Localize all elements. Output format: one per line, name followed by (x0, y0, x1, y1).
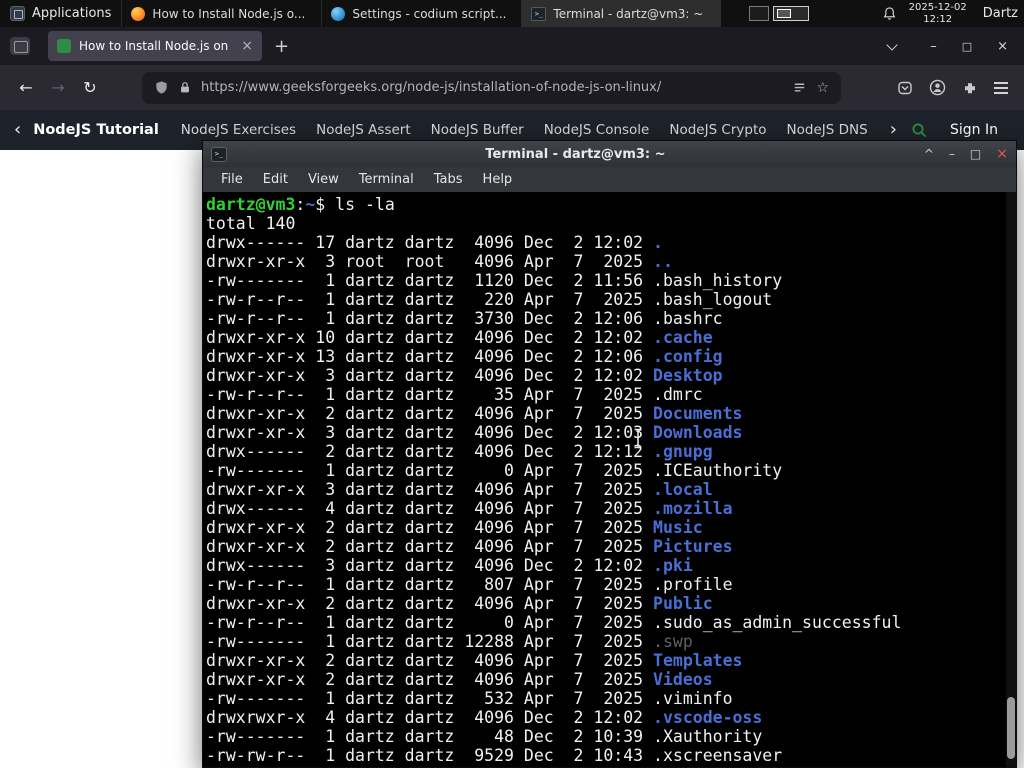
toolbar-actions (897, 79, 1008, 96)
scrollbar-thumb[interactable] (1007, 697, 1015, 759)
forward-button[interactable]: → (42, 78, 74, 97)
clock-date: 2025-12-02 (908, 2, 967, 13)
menu-file[interactable]: File (211, 172, 253, 187)
tab-bar: How to Install Node.js on × + – □ × (0, 27, 1024, 65)
menu-tabs[interactable]: Tabs (424, 172, 473, 187)
browser-tab[interactable]: How to Install Node.js on × (48, 31, 262, 61)
settings-app-icon (331, 6, 346, 21)
terminal-menubar: File Edit View Terminal Tabs Help (203, 167, 1016, 192)
firefox-view-button[interactable] (10, 37, 30, 55)
terminal-window: >_ Terminal - dartz@vm3: ~ ^ – □ × File … (202, 140, 1017, 768)
scroll-left-button[interactable]: ‹ (14, 121, 21, 139)
window-minimize-button[interactable]: – (930, 40, 937, 53)
firefox-icon (131, 6, 146, 21)
back-button[interactable]: ← (10, 78, 42, 97)
terminal-titlebar[interactable]: >_ Terminal - dartz@vm3: ~ ^ – □ × (203, 141, 1016, 167)
terminal-scrollbar[interactable] (1006, 192, 1016, 767)
url-bar[interactable]: https://www.geeksforgeeks.org/node-js/in… (142, 71, 841, 104)
terminal-minimize-button[interactable]: – (949, 148, 955, 160)
window-button-terminal[interactable]: >_ Terminal - dartz@vm3: ~ (521, 0, 722, 27)
clock[interactable]: 2025-12-02 12:12 (909, 2, 967, 25)
workspace-switcher[interactable] (749, 0, 810, 27)
shade-button[interactable]: ^ (924, 148, 934, 160)
terminal-title: Terminal - dartz@vm3: ~ (485, 146, 666, 162)
terminal-body[interactable]: dartz@vm3:~$ ls -la total 140 drwx------… (203, 192, 1016, 767)
sign-in-button[interactable]: Sign In (950, 122, 998, 138)
gfg-link[interactable]: NodeJS Buffer (431, 122, 524, 138)
top-panel: Applications How to Install Node.js o...… (0, 0, 1024, 27)
window-button-label: Settings - codium script... (352, 6, 507, 21)
terminal-close-button[interactable]: × (996, 147, 1008, 161)
tracking-shield-icon[interactable] (154, 80, 169, 95)
reload-button[interactable]: ↻ (74, 78, 106, 97)
window-button-settings[interactable]: Settings - codium script... (321, 0, 521, 27)
window-button-firefox[interactable]: How to Install Node.js o... (121, 0, 321, 27)
workspace-1[interactable] (749, 6, 770, 21)
new-tab-button[interactable]: + (274, 36, 289, 57)
tab-close-icon[interactable]: × (241, 38, 253, 54)
gfg-link[interactable]: NodeJS DNS (787, 122, 868, 138)
lock-icon[interactable] (178, 80, 192, 95)
terminal-window-controls: ^ – □ × (924, 147, 1008, 161)
applications-icon (10, 6, 25, 21)
clock-time: 12:12 (923, 13, 953, 25)
applications-menu[interactable]: Applications (0, 0, 121, 27)
list-all-tabs-icon[interactable] (886, 38, 898, 51)
menu-view[interactable]: View (298, 172, 349, 187)
gfg-link[interactable]: NodeJS Assert (316, 122, 411, 138)
nav-toolbar: ← → ↻ https://www.geeksforgeeks.org/node… (0, 65, 1024, 110)
terminal-window-icon: >_ (211, 146, 227, 162)
gfg-link[interactable]: NodeJS Crypto (669, 122, 766, 138)
gfg-links: NodeJS Exercises NodeJS Assert NodeJS Bu… (181, 122, 882, 138)
terminal-icon: >_ (531, 6, 547, 21)
notification-bell-icon[interactable] (882, 6, 897, 22)
account-icon[interactable] (929, 79, 946, 96)
menu-terminal[interactable]: Terminal (349, 172, 424, 187)
url-text[interactable]: https://www.geeksforgeeks.org/node-js/in… (201, 80, 783, 95)
desktop: Applications How to Install Node.js o...… (0, 0, 1024, 768)
workspace-window-thumb (777, 9, 792, 18)
menu-edit[interactable]: Edit (253, 172, 298, 187)
window-button-label: Terminal - dartz@vm3: ~ (553, 6, 704, 21)
window-maximize-button[interactable]: □ (962, 40, 972, 53)
gfg-link[interactable]: NodeJS Exercises (181, 122, 296, 138)
menu-help[interactable]: Help (473, 172, 523, 187)
window-button-label: How to Install Node.js o... (152, 6, 306, 21)
search-icon (912, 122, 927, 137)
bookmark-star-icon[interactable]: ☆ (816, 80, 829, 96)
window-close-button[interactable]: × (997, 40, 1008, 53)
gfg-link[interactable]: NodeJS Console (544, 122, 650, 138)
applications-label: Applications (32, 6, 112, 21)
tab-title: How to Install Node.js on (79, 39, 229, 53)
pocket-icon[interactable] (897, 80, 913, 96)
workspace-2[interactable] (773, 6, 810, 21)
scroll-right-button[interactable]: › (890, 121, 897, 139)
search-button[interactable] (911, 122, 928, 139)
menu-icon[interactable] (994, 86, 1008, 89)
reader-mode-icon[interactable] (792, 81, 807, 95)
window-controls: – □ × (930, 40, 1008, 53)
gfg-title-link[interactable]: NodeJS Tutorial (33, 122, 159, 138)
terminal-output[interactable]: dartz@vm3:~$ ls -la total 140 drwx------… (203, 192, 1016, 765)
extensions-icon[interactable] (962, 80, 978, 96)
terminal-maximize-button[interactable]: □ (970, 148, 981, 160)
user-menu[interactable]: Dartz (983, 6, 1018, 21)
gfg-favicon (57, 39, 71, 53)
